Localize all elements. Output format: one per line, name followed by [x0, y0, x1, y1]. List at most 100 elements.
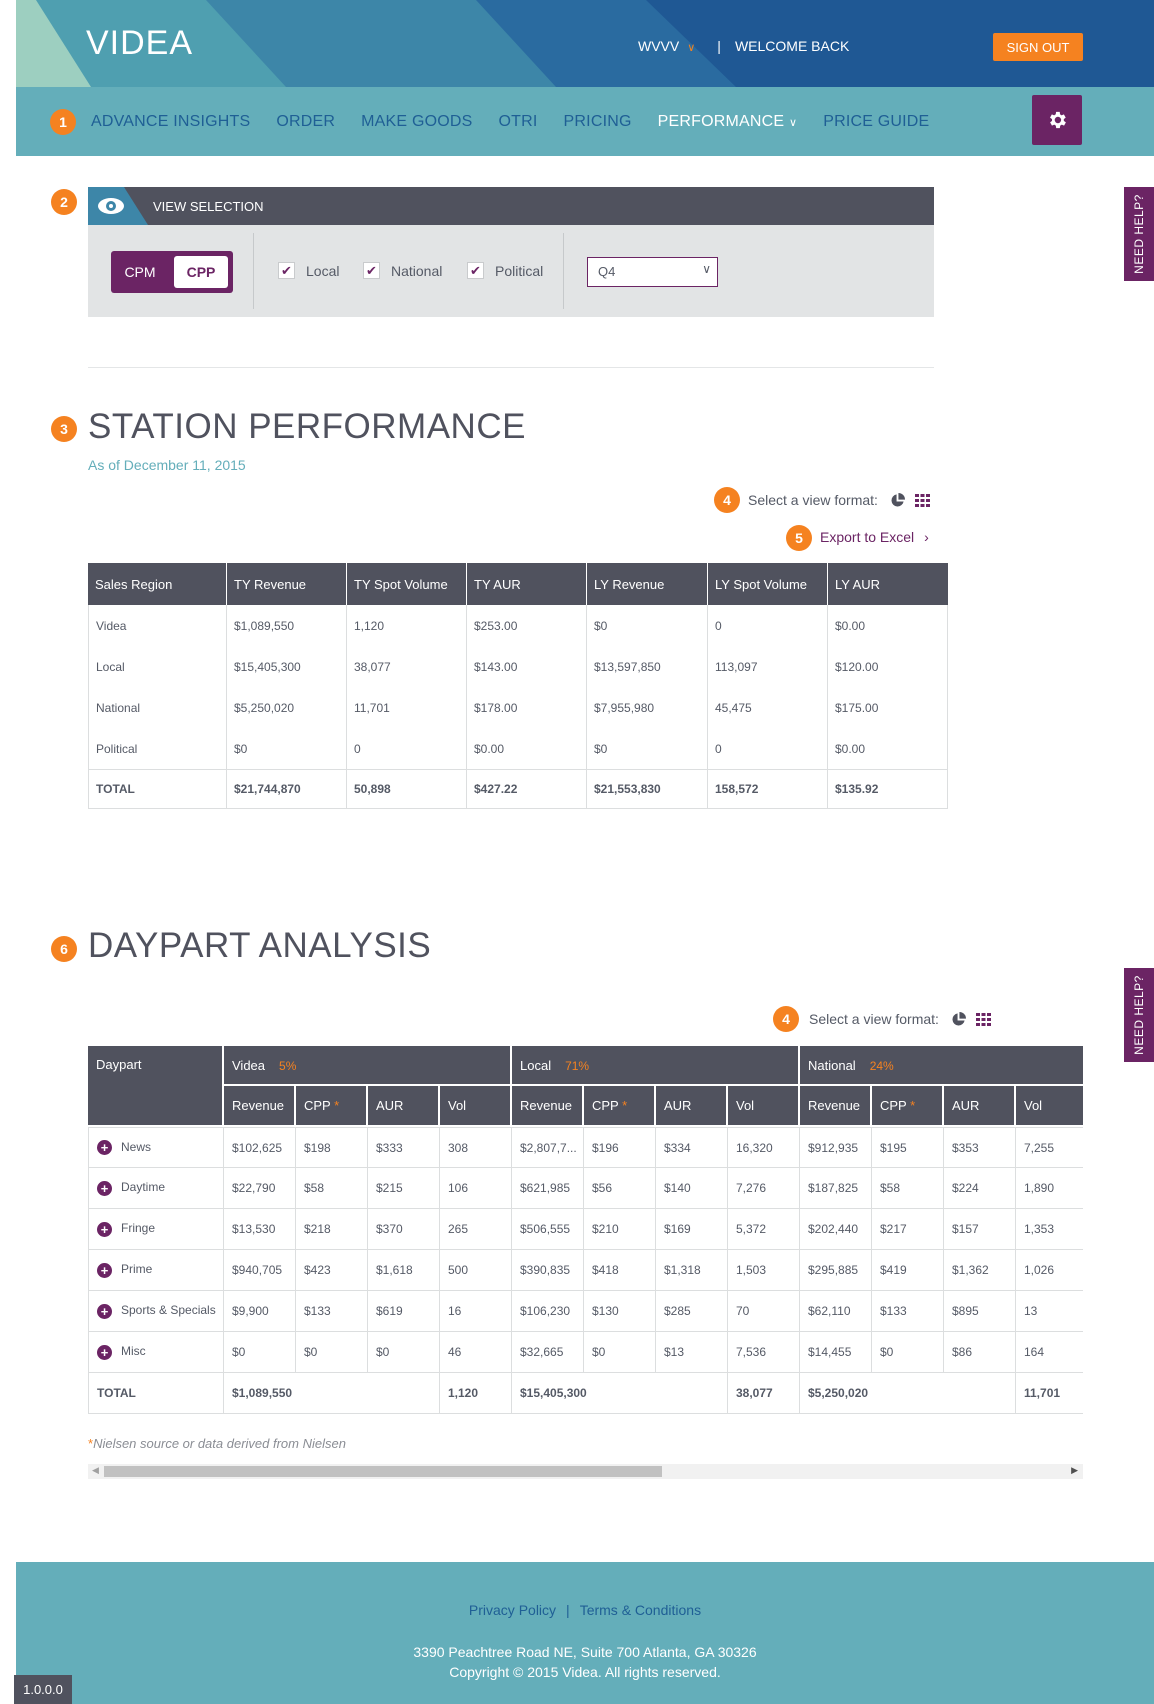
table-cell: $427.22 [467, 769, 587, 809]
expand-plus-icon[interactable]: + [97, 1180, 112, 1196]
step-badge-2: 2 [51, 189, 77, 215]
step-badge-4: 4 [714, 487, 740, 513]
grid-icon[interactable] [975, 1012, 991, 1026]
daypart-cell: + Daytime [88, 1168, 224, 1209]
nav-performance[interactable]: PERFORMANCE ∨ [658, 113, 798, 131]
table-cell: 1,890 [1016, 1168, 1083, 1209]
table-cell: $912,935 [800, 1127, 872, 1168]
nav-price-guide[interactable]: PRICE GUIDE [823, 113, 929, 131]
group-header-row: Daypart Videa 5% Local 71% National 24% [88, 1046, 1083, 1127]
table-cell: $13 [656, 1332, 728, 1373]
pie-chart-icon[interactable] [890, 492, 905, 508]
checkbox-national[interactable]: ✔ National [363, 262, 442, 279]
table-cell: $1,618 [368, 1250, 440, 1291]
column-label: Revenue [232, 1098, 285, 1113]
expand-plus-icon[interactable]: + [97, 1262, 112, 1278]
table-cell: $0 [227, 728, 347, 769]
grid-icon[interactable] [914, 493, 930, 507]
column-header: Revenue [512, 1086, 584, 1127]
table-cell: $0 [587, 605, 708, 646]
table-cell: 1,120 [440, 1373, 512, 1414]
table-cell: $9,900 [224, 1291, 296, 1332]
settings-button[interactable] [1032, 95, 1082, 145]
need-help-tab[interactable]: NEED HELP? [1124, 187, 1154, 281]
expand-plus-icon[interactable]: + [97, 1140, 112, 1156]
version-badge: 1.0.0.0 [14, 1675, 72, 1704]
column-label: AUR [952, 1098, 980, 1113]
quarter-select[interactable]: Q4 ∨ [587, 257, 718, 287]
table-cell: $0.00 [828, 605, 948, 646]
table-cell: $56 [584, 1168, 656, 1209]
table-cell: 0 [708, 605, 828, 646]
checkbox-political[interactable]: ✔ Political [467, 262, 543, 279]
scroll-right-arrow-icon[interactable]: ▶ [1071, 1465, 1078, 1476]
chevron-down-icon: ∨ [788, 116, 798, 129]
table-row: + Daytime $22,790 $58 $215 106 $621,985 $56 $140… [88, 1168, 1083, 1209]
scroll-left-arrow-icon[interactable]: ◀ [92, 1465, 99, 1476]
privacy-policy-link[interactable]: Privacy Policy [469, 1602, 556, 1618]
table-cell: Videa [88, 605, 227, 646]
section-divider [88, 367, 934, 368]
table-cell: $21,744,870 [227, 769, 347, 809]
nav-advance-insights[interactable]: ADVANCE INSIGHTS [91, 113, 250, 131]
nav-pricing[interactable]: PRICING [564, 113, 632, 131]
table-cell: $58 [296, 1168, 368, 1209]
expand-plus-icon[interactable]: + [97, 1221, 112, 1237]
table-cell: $21,553,830 [587, 769, 708, 809]
videa-logo[interactable]: VIDEA [86, 24, 212, 65]
column-header: Vol [440, 1086, 512, 1127]
footer-address: 3390 Peachtree Road NE, Suite 700 Atlant… [413, 1644, 757, 1660]
table-cell: 308 [440, 1127, 512, 1168]
table-row: + Prime $940,705 $423 $1,618 500 $390,835 $418 $… [88, 1250, 1083, 1291]
nav-order[interactable]: ORDER [276, 113, 335, 131]
scrollbar-thumb[interactable] [104, 1466, 662, 1477]
nav-otri[interactable]: OTRI [499, 113, 538, 131]
expand-plus-icon[interactable]: + [97, 1303, 112, 1319]
table-row: + Fringe $13,530 $218 $370 265 $506,555 $210 $16… [88, 1209, 1083, 1250]
table-cell: $106,230 [512, 1291, 584, 1332]
step-badge-4: 4 [773, 1006, 799, 1032]
table-cell: 7,255 [1016, 1127, 1083, 1168]
need-help-label: NEED HELP? [1132, 975, 1147, 1055]
table-cell: $217 [872, 1209, 944, 1250]
header-separator: | [717, 38, 721, 54]
need-help-tab[interactable]: NEED HELP? [1124, 968, 1154, 1062]
footer-copyright: Copyright © 2015 Videa. All rights reser… [449, 1664, 721, 1680]
terms-link[interactable]: Terms & Conditions [580, 1602, 701, 1618]
table-cell: $0 [296, 1332, 368, 1373]
table-cell: $175.00 [828, 687, 948, 728]
table-cell: $334 [656, 1127, 728, 1168]
as-of-date: As of December 11, 2015 [88, 457, 246, 473]
table-cell: 158,572 [708, 769, 828, 809]
nav-make-goods[interactable]: MAKE GOODS [361, 113, 472, 131]
pie-chart-icon[interactable] [951, 1011, 966, 1027]
column-header: TY Revenue [227, 563, 347, 605]
sign-out-button[interactable]: SIGN OUT [993, 33, 1083, 61]
table-cell: $215 [368, 1168, 440, 1209]
toggle-cpp[interactable]: CPP [174, 256, 228, 288]
checkmark-icon: ✔ [467, 262, 484, 279]
table-cell: $22,790 [224, 1168, 296, 1209]
horizontal-scrollbar[interactable]: ◀ ▶ [88, 1464, 1083, 1479]
table-cell: $62,110 [800, 1291, 872, 1332]
checkbox-local[interactable]: ✔ Local [278, 262, 339, 279]
export-to-excel-link[interactable]: Export to Excel › [820, 529, 929, 545]
cpm-cpp-toggle[interactable]: CPM CPP [111, 251, 233, 293]
welcome-text: WELCOME BACK [734, 38, 850, 54]
table-total-row: TOTAL $21,744,870 50,898 $427.22 $21,553,830… [88, 769, 948, 809]
table-cell: $13,597,850 [587, 646, 708, 687]
eye-icon [88, 187, 148, 225]
table-cell: 164 [1016, 1332, 1083, 1373]
station-selector[interactable]: WVVV ∨ [638, 38, 695, 54]
column-header: Vol [1016, 1086, 1083, 1127]
table-cell: $895 [944, 1291, 1016, 1332]
daypart-table-scroll-area[interactable]: Daypart Videa 5% Local 71% National 24% Rev… [88, 1046, 1083, 1436]
view-format-label: Select a view format: [809, 1011, 939, 1027]
expand-plus-icon[interactable]: + [97, 1344, 112, 1360]
toggle-cpm[interactable]: CPM [117, 257, 163, 287]
column-header: Vol [728, 1086, 800, 1127]
table-cell: $419 [872, 1250, 944, 1291]
table-cell: $32,665 [512, 1332, 584, 1373]
table-cell: $253.00 [467, 605, 587, 646]
daypart-name: Sports & Specials [121, 1303, 216, 1318]
